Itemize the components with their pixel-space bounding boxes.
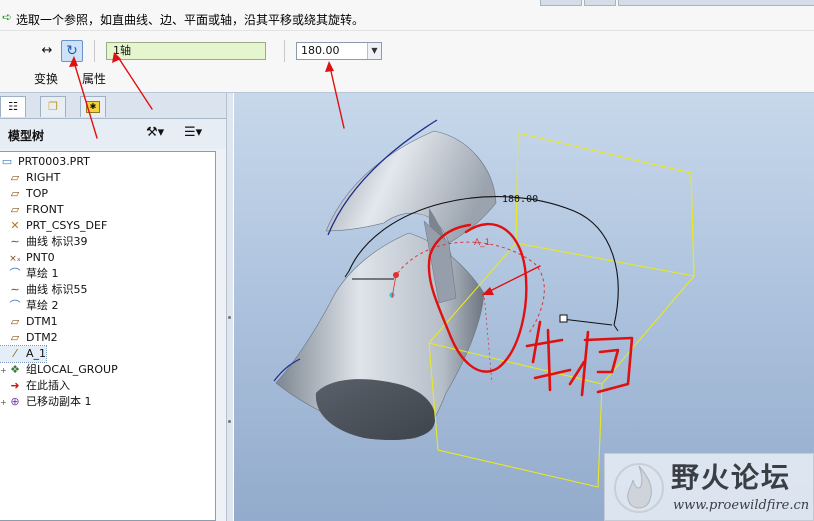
insert-here-icon: ➜	[10, 379, 20, 392]
tree-item[interactable]: ∼ 曲线 标识39	[0, 234, 88, 250]
datum-plane-icon: ▱	[10, 315, 20, 328]
rotate-button[interactable]: ↻	[61, 40, 83, 62]
rotate-icon: ↻	[66, 43, 78, 59]
folder-icon: ❐	[48, 100, 58, 113]
tree-item-label: FRONT	[26, 203, 64, 216]
reference-collector[interactable]: 1轴	[106, 42, 266, 60]
tree-item-label: 已移动副本 1	[26, 395, 92, 408]
model-tree: ▭ PRT0003.PRT ▱ RIGHT ▱ TOP ▱ FRONT ✕ PRT_CSYS_DE…	[0, 151, 216, 521]
tree-item[interactable]: + ⊕ 已移动副本 1	[0, 394, 92, 410]
tree-item-label: DTM2	[26, 331, 58, 344]
axis-label: A_1	[474, 238, 490, 248]
flame-logo	[614, 463, 664, 513]
layer-tab[interactable]: ❐	[40, 96, 66, 117]
tree-show-icon[interactable]: ☰▾	[184, 125, 216, 143]
curve-icon: ∼	[10, 283, 20, 296]
tree-item[interactable]: ▭ PRT0003.PRT	[0, 154, 90, 170]
tree-item[interactable]: ⁄ A_1	[0, 345, 48, 363]
tree-item-label: PNT0	[26, 251, 55, 264]
tree-settings-icon[interactable]: ⚒▾	[146, 125, 176, 143]
strip-button[interactable]	[618, 0, 814, 6]
panel-title: 模型树	[8, 129, 45, 143]
tree-item[interactable]: ⌒ 草绘 2	[0, 298, 59, 314]
datum-point-icon: ×ₓ	[9, 254, 21, 264]
strip-button[interactable]	[540, 0, 582, 6]
expand-icon[interactable]: +	[0, 363, 8, 379]
top-toolbar-strip	[540, 0, 814, 6]
divider	[284, 40, 285, 62]
curve-icon: ∼	[10, 235, 20, 248]
tree-item[interactable]: ▱ DTM1	[0, 314, 58, 330]
tree-item[interactable]: ⌒ 草绘 1	[0, 266, 59, 282]
watermark-title: 野火论坛	[671, 461, 792, 494]
tree-item-label: 草绘 2	[26, 299, 59, 312]
navigator-tabs: ☷ ❐ ✱	[0, 93, 232, 119]
chevron-down-icon[interactable]: ▼	[367, 43, 381, 59]
arrow-right-icon: ➪	[2, 10, 13, 24]
watermark: 野火论坛 www.proewildfire.cn	[604, 453, 814, 521]
tree-item-label: 曲线 标识55	[26, 283, 88, 296]
tree-item[interactable]: ▱ RIGHT	[0, 170, 61, 186]
datum-plane-icon: ▱	[10, 203, 20, 216]
tree-item-label: 在此插入	[26, 379, 70, 392]
message-prompt: 选取一个参照，如直曲线、边、平面或轴，沿其平移或绕其旋转。	[16, 13, 365, 27]
tree-item-label: PRT0003.PRT	[18, 155, 90, 168]
tree-item[interactable]: ∼ 曲线 标识55	[0, 282, 88, 298]
datum-plane-icon: ▱	[10, 331, 20, 344]
tree-item-label: PRT_CSYS_DEF	[26, 219, 108, 232]
axis-preview	[483, 292, 493, 384]
group-icon: ❖	[10, 363, 20, 376]
part-icon: ▭	[1, 155, 13, 168]
datum-axis-icon: ⁄	[14, 347, 16, 360]
model-tree-tab[interactable]: ☷	[0, 96, 26, 117]
tree-item[interactable]: ▱ FRONT	[0, 202, 64, 218]
favorites-tab[interactable]: ✱	[80, 96, 106, 117]
strip-button[interactable]	[584, 0, 616, 6]
move-copy-dashboard: ➪ 选取一个参照，如直曲线、边、平面或轴，沿其平移或绕其旋转。 ↔ ↻ 1轴 1…	[0, 0, 814, 93]
tree-item[interactable]: ▱ DTM2	[0, 330, 58, 346]
tree-item-label: 组LOCAL_GROUP	[26, 363, 118, 376]
tab-transform[interactable]: 变换	[34, 70, 58, 87]
splitter-grip[interactable]	[228, 420, 231, 423]
divider	[0, 30, 814, 31]
tree-icon: ☷	[8, 100, 18, 113]
handle-line	[561, 318, 613, 326]
angle-combo[interactable]: 180.00 ▼	[296, 42, 382, 60]
tree-item-label: TOP	[26, 187, 49, 200]
watermark-url: www.proewildfire.cn	[673, 498, 810, 513]
tree-item-label: A_1	[26, 347, 47, 360]
tree-item-label: 曲线 标识39	[26, 235, 88, 248]
expand-icon[interactable]: +	[0, 395, 8, 411]
reference-value: 1轴	[113, 44, 131, 57]
csys-icon: ✕	[10, 219, 20, 232]
divider	[94, 40, 95, 62]
tree-item-label: DTM1	[26, 315, 58, 328]
sketch-icon: ⌒	[9, 299, 21, 312]
datum-plane-icon: ▱	[10, 171, 20, 184]
splitter-grip[interactable]	[228, 316, 231, 319]
tree-item-label: 草绘 1	[26, 267, 59, 280]
translate-icon[interactable]: ↔	[38, 43, 56, 59]
panel-splitter[interactable]	[226, 93, 233, 521]
tree-item[interactable]: ▱ TOP	[0, 186, 48, 202]
rotation-tick	[613, 324, 619, 332]
swept-body-upper	[325, 130, 497, 244]
tree-item-label: RIGHT	[26, 171, 61, 184]
tree-item[interactable]: + ❖ 组LOCAL_GROUP	[0, 362, 118, 378]
tree-item[interactable]: ×ₓ PNT0	[0, 250, 55, 266]
datum-plane-icon: ▱	[10, 187, 20, 200]
drag-handle	[559, 314, 568, 323]
angle-value[interactable]: 180.00	[301, 44, 340, 58]
tab-properties[interactable]: 属性	[82, 70, 106, 87]
moved-copy-icon: ⊕	[10, 395, 20, 408]
sketch-icon: ⌒	[9, 267, 21, 280]
star-icon: ✱	[86, 101, 100, 113]
angle-dimension: 180.00	[502, 194, 538, 205]
tree-item[interactable]: ➜ 在此插入	[0, 378, 70, 394]
tree-item[interactable]: ✕ PRT_CSYS_DEF	[0, 218, 107, 234]
